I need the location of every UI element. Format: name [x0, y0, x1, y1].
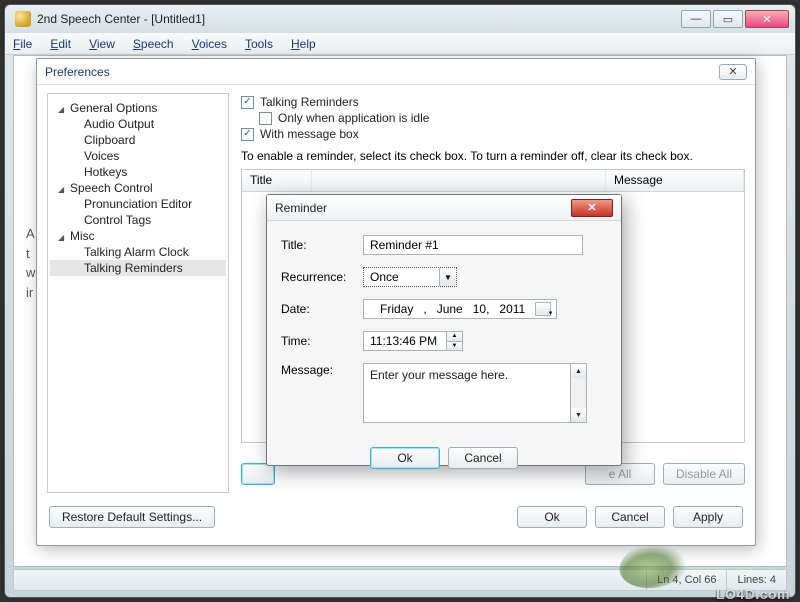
app-icon [15, 11, 31, 27]
reminder-footer: Ok Cancel [267, 443, 621, 479]
close-button[interactable]: ✕ [745, 10, 789, 28]
menu-file[interactable]: File [13, 37, 32, 51]
tree-talking-reminders[interactable]: Talking Reminders [50, 260, 226, 276]
statusbar: Ln 4, Col 66 Lines: 4 [13, 569, 787, 591]
tree-hotkeys[interactable]: Hotkeys [50, 164, 226, 180]
input-date[interactable]: Friday , June 10, 2011 [363, 299, 557, 319]
grid-header: Title Message [242, 170, 744, 192]
tree-general-options[interactable]: General Options [50, 100, 226, 116]
input-time[interactable]: 11:13:46 PM ▲ ▼ [363, 331, 463, 351]
grid-header-hidden[interactable] [312, 170, 606, 191]
chevron-up-icon[interactable]: ▲ [570, 364, 586, 378]
menu-tools[interactable]: Tools [245, 37, 273, 51]
reminder-cancel-button[interactable]: Cancel [448, 447, 518, 469]
grid-header-message[interactable]: Message [606, 170, 744, 191]
menu-edit[interactable]: Edit [50, 37, 71, 51]
tree-audio-output[interactable]: Audio Output [50, 116, 226, 132]
tree-voices[interactable]: Voices [50, 148, 226, 164]
menu-speech[interactable]: Speech [133, 37, 174, 51]
preferences-close-button[interactable]: ✕ [719, 64, 747, 80]
watermark-text: LO4D.com [716, 586, 790, 602]
date-day: 10, [473, 302, 490, 316]
status-cursor-pos: Ln 4, Col 66 [646, 570, 726, 590]
chevron-up-icon[interactable]: ▲ [446, 332, 462, 342]
date-month: June [437, 302, 463, 316]
tree-clipboard[interactable]: Clipboard [50, 132, 226, 148]
menubar: File Edit View Speech Voices Tools Help [5, 33, 795, 55]
grid-header-title[interactable]: Title [242, 170, 312, 191]
message-value: Enter your message here. [370, 368, 508, 382]
label-talking-reminders: Talking Reminders [260, 95, 359, 109]
label-recurrence: Recurrence: [281, 270, 363, 284]
maximize-button[interactable]: ▭ [713, 10, 743, 28]
tree-control-tags[interactable]: Control Tags [50, 212, 226, 228]
menu-view[interactable]: View [89, 37, 115, 51]
reminder-dialog: Reminder ✕ Title: Reminder #1 Recurrence… [266, 194, 622, 466]
date-sep: , [423, 302, 426, 316]
label-date: Date: [281, 302, 363, 316]
label-only-idle: Only when application is idle [278, 111, 429, 125]
date-year: 2011 [499, 302, 525, 316]
select-recurrence-value: Once [364, 270, 439, 284]
reminder-titlebar[interactable]: Reminder ✕ [267, 195, 621, 221]
tree-pronunciation-editor[interactable]: Pronunciation Editor [50, 196, 226, 212]
time-spinner[interactable]: ▲ ▼ [446, 332, 462, 350]
preferences-footer: Restore Default Settings... Ok Cancel Ap… [47, 499, 745, 535]
chevron-down-icon[interactable]: ▼ [446, 342, 462, 351]
input-title[interactable]: Reminder #1 [363, 235, 583, 255]
reminder-close-button[interactable]: ✕ [571, 199, 613, 217]
label-title: Title: [281, 238, 363, 252]
label-time: Time: [281, 334, 363, 348]
document-text-fragment: A t w ir [26, 224, 35, 302]
preferences-ok-button[interactable]: Ok [517, 506, 587, 528]
tree-misc[interactable]: Misc [50, 228, 226, 244]
disable-all-button[interactable]: Disable All [663, 463, 745, 485]
textarea-message[interactable]: Enter your message here. ▲ ▼ [363, 363, 587, 423]
tree-talking-alarm-clock[interactable]: Talking Alarm Clock [50, 244, 226, 260]
scrollbar-track[interactable] [570, 378, 586, 408]
titlebar[interactable]: 2nd Speech Center - [Untitled1] — ▭ ✕ [5, 5, 795, 33]
reminder-hint-text: To enable a reminder, select its check b… [241, 149, 745, 163]
chevron-down-icon[interactable]: ▼ [570, 408, 586, 422]
preferences-titlebar[interactable]: Preferences ✕ [37, 59, 755, 85]
preferences-title: Preferences [45, 65, 110, 79]
preferences-tree[interactable]: General Options Audio Output Clipboard V… [47, 93, 229, 493]
checkbox-with-message-box[interactable] [241, 128, 254, 141]
chevron-down-icon[interactable]: ▼ [439, 268, 456, 286]
menu-help[interactable]: Help [291, 37, 316, 51]
reminder-dialog-title: Reminder [275, 201, 327, 215]
reminder-ok-button[interactable]: Ok [370, 447, 440, 469]
window-title: 2nd Speech Center - [Untitled1] [37, 12, 681, 26]
preferences-cancel-button[interactable]: Cancel [595, 506, 665, 528]
calendar-icon[interactable] [535, 302, 551, 316]
time-value: 11:13:46 PM [364, 332, 446, 350]
restore-defaults-button[interactable]: Restore Default Settings... [49, 506, 215, 528]
checkbox-only-idle[interactable] [259, 112, 272, 125]
date-weekday: Friday [380, 302, 413, 316]
minimize-button[interactable]: — [681, 10, 711, 28]
preferences-apply-button[interactable]: Apply [673, 506, 743, 528]
select-recurrence[interactable]: Once ▼ [363, 267, 457, 287]
checkbox-talking-reminders[interactable] [241, 96, 254, 109]
label-message: Message: [281, 363, 363, 377]
menu-voices[interactable]: Voices [192, 37, 227, 51]
tree-speech-control[interactable]: Speech Control [50, 180, 226, 196]
label-with-message-box: With message box [260, 127, 359, 141]
